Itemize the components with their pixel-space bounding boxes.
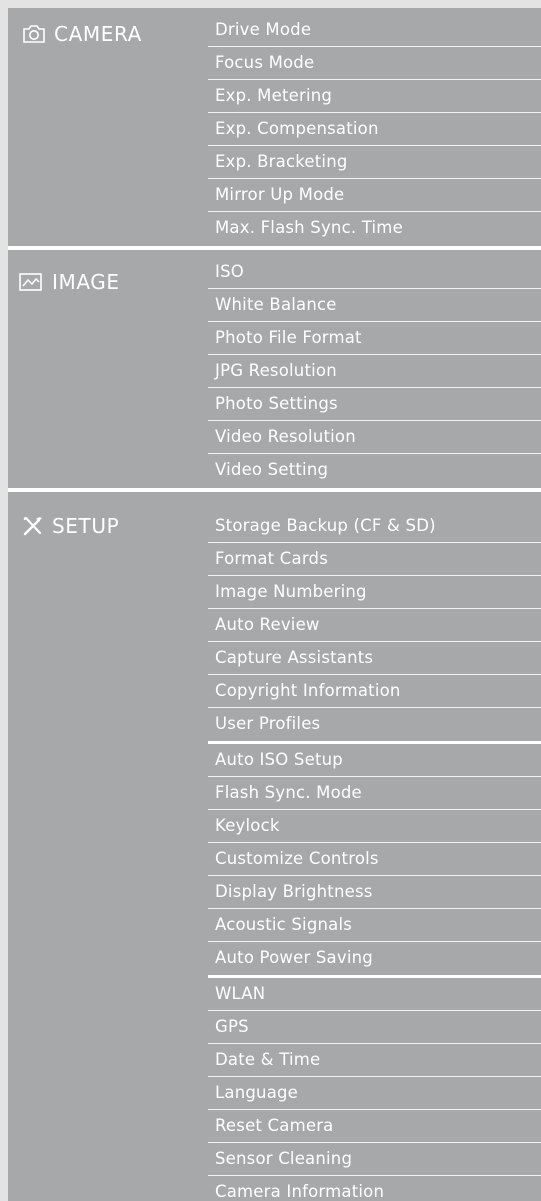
menu-item-date-time[interactable]: Date & Time bbox=[208, 1044, 541, 1077]
menu-item-sensor-cleaning[interactable]: Sensor Cleaning bbox=[208, 1143, 541, 1176]
menu-item-white-balance[interactable]: White Balance bbox=[208, 289, 541, 322]
menu-item-exp-compensation[interactable]: Exp. Compensation bbox=[208, 113, 541, 146]
menu-screen: CAMERA Drive Mode Focus Mode Exp. Meteri… bbox=[8, 8, 541, 1201]
section-setup-header[interactable]: SETUP bbox=[22, 514, 119, 538]
menu-item-auto-power-saving[interactable]: Auto Power Saving bbox=[208, 942, 541, 975]
section-image: IMAGE ISO White Balance Photo File Forma… bbox=[8, 250, 541, 488]
menu-item-drive-mode[interactable]: Drive Mode bbox=[208, 14, 541, 47]
menu-item-iso[interactable]: ISO bbox=[208, 256, 541, 289]
menu-item-auto-review[interactable]: Auto Review bbox=[208, 609, 541, 642]
menu-item-customize-controls[interactable]: Customize Controls bbox=[208, 843, 541, 876]
menu-item-flash-sync-mode[interactable]: Flash Sync. Mode bbox=[208, 777, 541, 810]
camera-icon bbox=[23, 25, 45, 43]
menu-item-language[interactable]: Language bbox=[208, 1077, 541, 1110]
menu-item-reset-camera[interactable]: Reset Camera bbox=[208, 1110, 541, 1143]
menu-item-mirror-up-mode[interactable]: Mirror Up Mode bbox=[208, 179, 541, 212]
section-camera: CAMERA Drive Mode Focus Mode Exp. Meteri… bbox=[8, 8, 541, 246]
menu-item-format-cards[interactable]: Format Cards bbox=[208, 543, 541, 576]
menu-item-video-resolution[interactable]: Video Resolution bbox=[208, 421, 541, 454]
section-setup: SETUP Storage Backup (CF & SD) Format Ca… bbox=[8, 492, 541, 1201]
menu-item-photo-file-format[interactable]: Photo File Format bbox=[208, 322, 541, 355]
menu-item-exp-bracketing[interactable]: Exp. Bracketing bbox=[208, 146, 541, 179]
menu-item-video-setting[interactable]: Video Setting bbox=[208, 454, 541, 487]
menu-item-keylock[interactable]: Keylock bbox=[208, 810, 541, 843]
section-image-header[interactable]: IMAGE bbox=[18, 270, 120, 294]
menu-item-storage-backup[interactable]: Storage Backup (CF & SD) bbox=[208, 510, 541, 543]
menu-item-acoustic-signals[interactable]: Acoustic Signals bbox=[208, 909, 541, 942]
tools-icon bbox=[23, 516, 42, 536]
menu-item-display-brightness[interactable]: Display Brightness bbox=[208, 876, 541, 909]
menu-item-user-profiles[interactable]: User Profiles bbox=[208, 708, 541, 741]
menu-item-image-numbering[interactable]: Image Numbering bbox=[208, 576, 541, 609]
menu-item-wlan[interactable]: WLAN bbox=[208, 978, 541, 1011]
menu-item-max-flash-sync-time[interactable]: Max. Flash Sync. Time bbox=[208, 212, 541, 245]
image-icon bbox=[19, 273, 42, 291]
menu-item-focus-mode[interactable]: Focus Mode bbox=[208, 47, 541, 80]
menu-item-camera-information[interactable]: Camera Information bbox=[208, 1176, 541, 1201]
section-image-title: IMAGE bbox=[52, 270, 120, 294]
menu-item-auto-iso-setup[interactable]: Auto ISO Setup bbox=[208, 744, 541, 777]
menu-item-photo-settings[interactable]: Photo Settings bbox=[208, 388, 541, 421]
menu-item-gps[interactable]: GPS bbox=[208, 1011, 541, 1044]
menu-item-copyright-information[interactable]: Copyright Information bbox=[208, 675, 541, 708]
menu-item-jpg-resolution[interactable]: JPG Resolution bbox=[208, 355, 541, 388]
menu-item-exp-metering[interactable]: Exp. Metering bbox=[208, 80, 541, 113]
section-camera-title: CAMERA bbox=[54, 22, 142, 46]
section-camera-header[interactable]: CAMERA bbox=[22, 22, 142, 46]
menu-item-capture-assistants[interactable]: Capture Assistants bbox=[208, 642, 541, 675]
section-setup-title: SETUP bbox=[52, 514, 120, 538]
